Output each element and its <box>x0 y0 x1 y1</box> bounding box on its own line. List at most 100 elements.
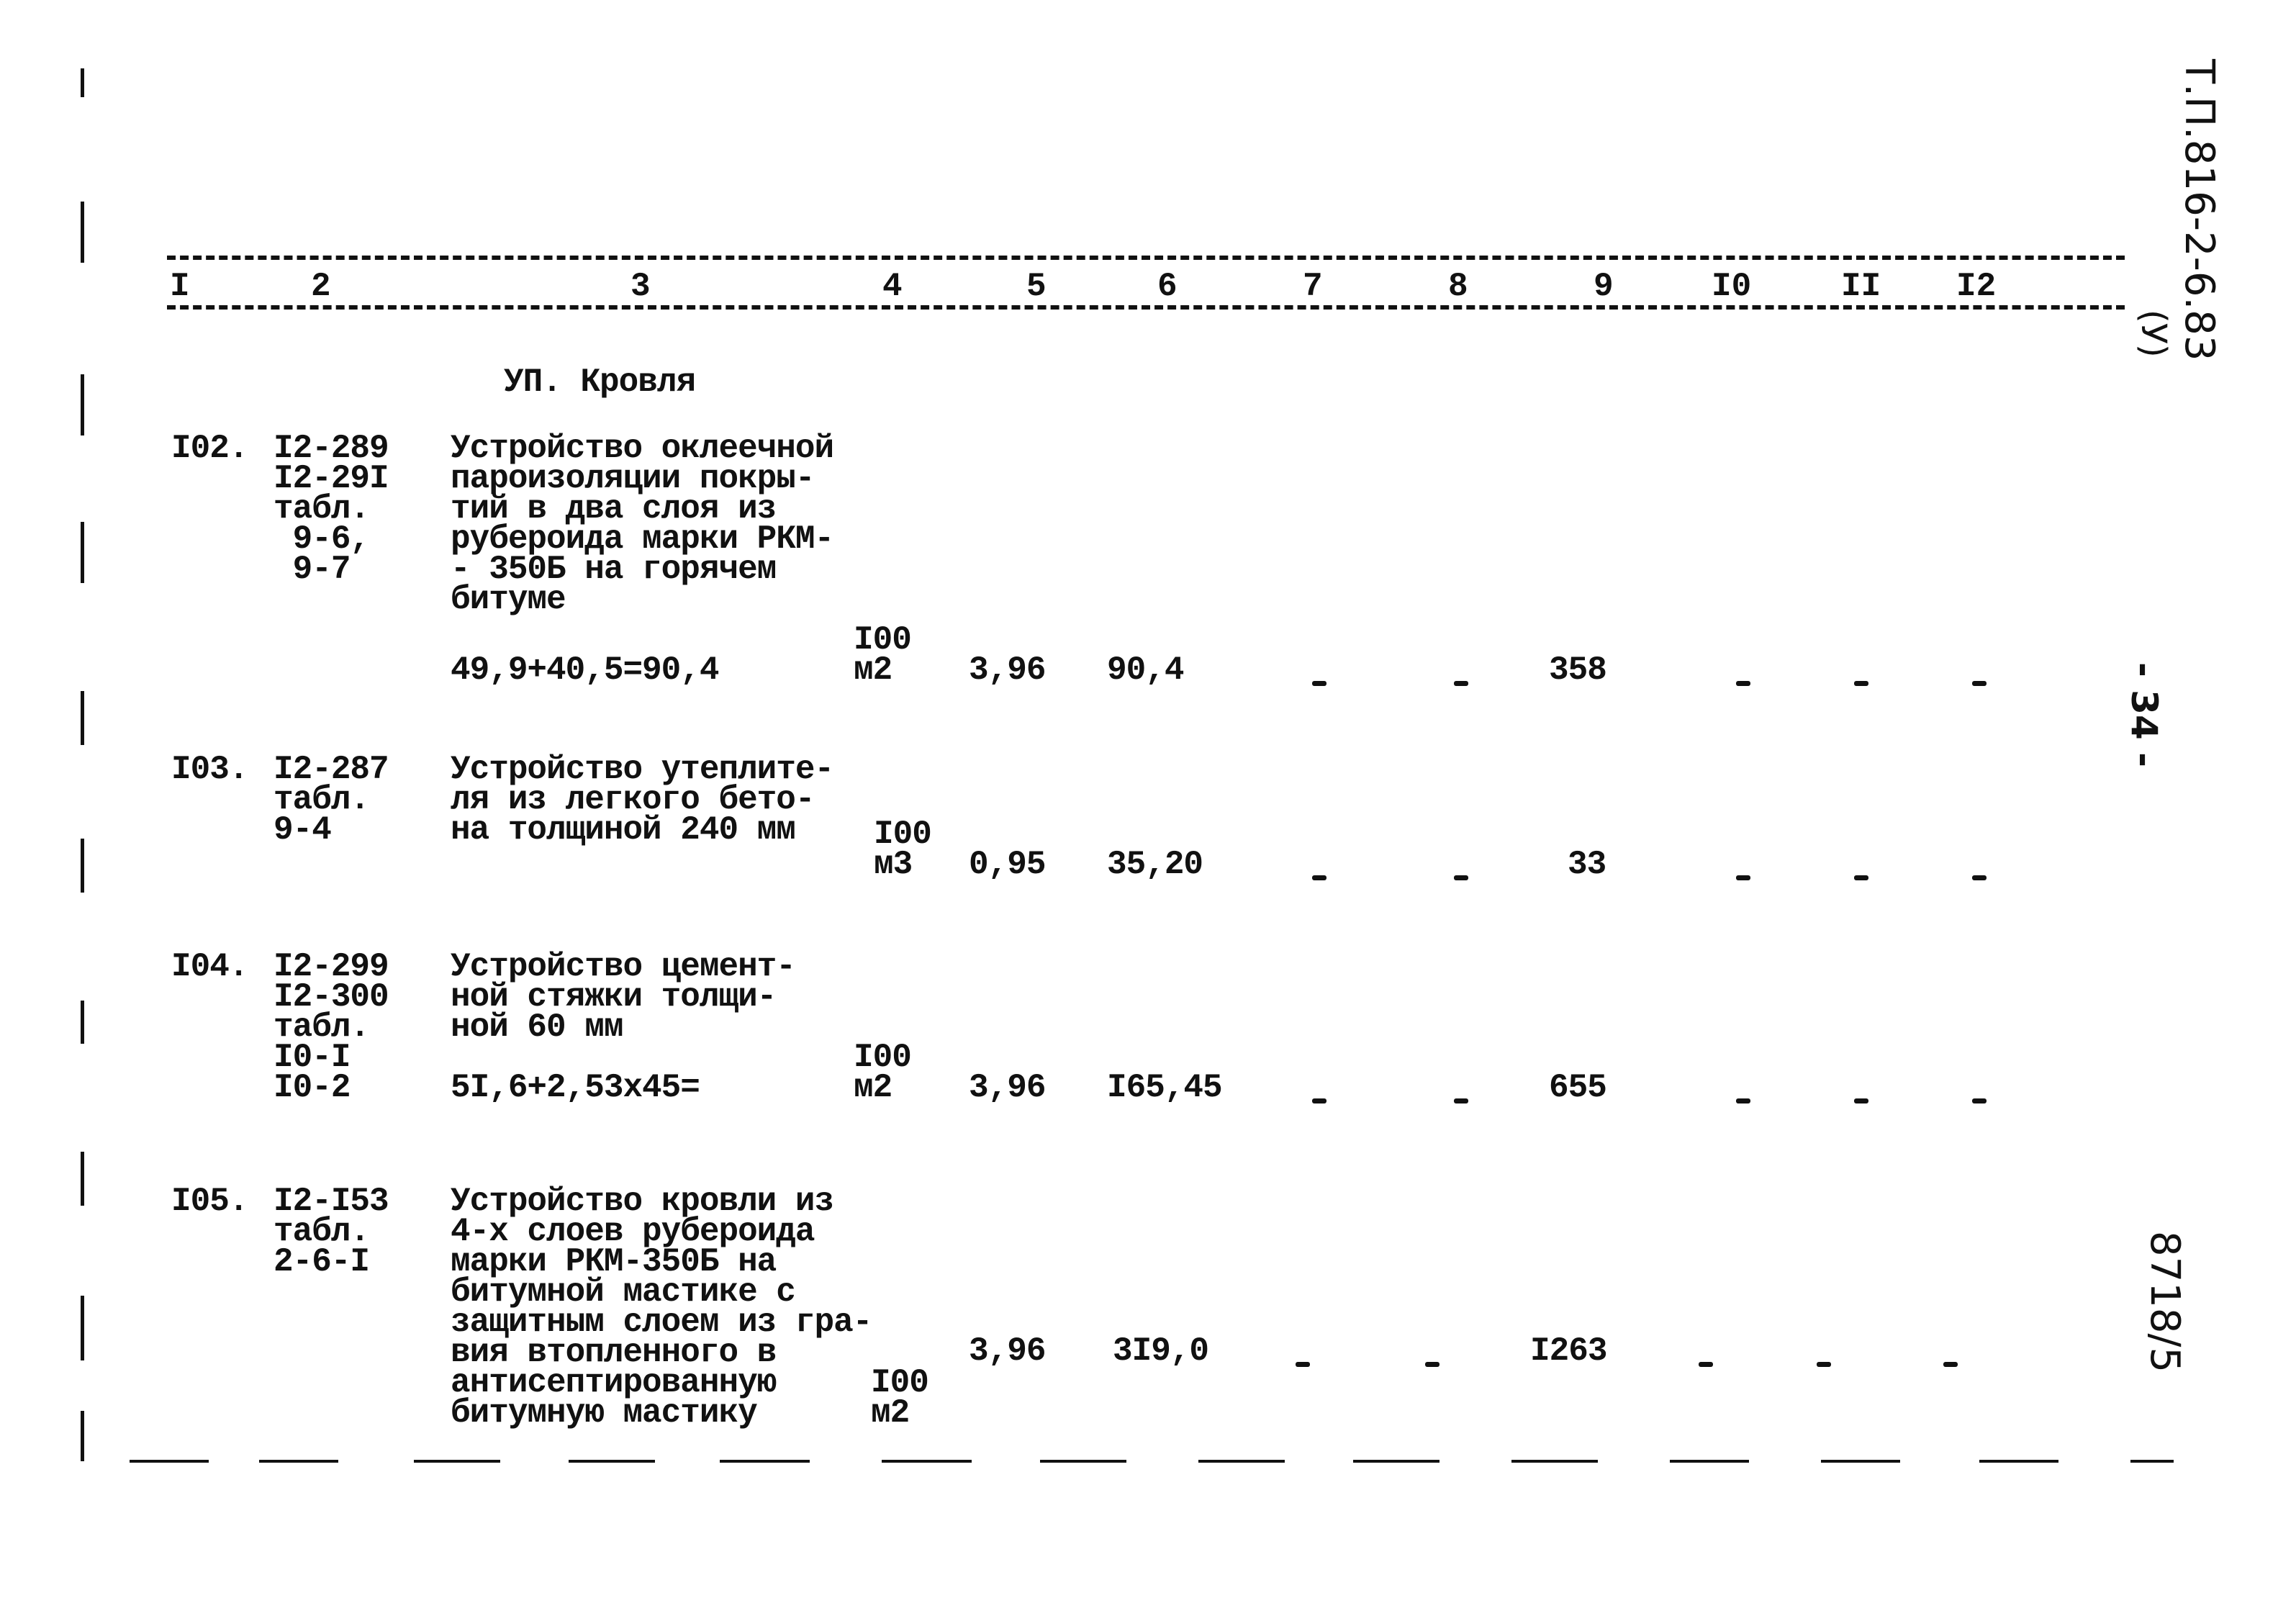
description-line: битумную мастику <box>451 1394 758 1432</box>
margin-mark <box>81 1296 84 1360</box>
description-line: битумной мастике с <box>451 1273 796 1311</box>
col5-value: 3,96 <box>969 1069 1046 1106</box>
col9-value: 358 <box>1549 651 1607 689</box>
col-header-5: 5 <box>1026 268 1047 305</box>
col11-dash <box>1854 875 1868 880</box>
margin-mark <box>81 691 84 745</box>
col7-dash <box>1312 875 1326 880</box>
unit-qty: I00 <box>874 816 932 853</box>
description-line: защитным слоем из гра- <box>451 1304 872 1341</box>
col6-value: 35,20 <box>1107 846 1203 883</box>
description-line: Устройство кровли из <box>451 1183 834 1220</box>
code-line: I2-I53 <box>274 1183 389 1220</box>
code-line: 9-6, <box>274 520 370 558</box>
description-line: на толщиной 240 мм <box>451 811 796 849</box>
description-line: 4-х слоев рубероида <box>451 1213 815 1250</box>
col-header-7: 7 <box>1303 268 1323 305</box>
margin-mark <box>81 522 84 583</box>
description-line: ной стяжки толщи- <box>451 978 777 1016</box>
code-line: 2-6-I <box>274 1243 370 1281</box>
description-line: ной 60 мм <box>451 1008 623 1046</box>
description-line: Устройство оклеечной <box>451 430 834 467</box>
col7-dash <box>1296 1362 1310 1367</box>
code-line: табл. <box>274 1213 370 1250</box>
unit-qty: I00 <box>854 1039 912 1076</box>
col5-value: 3,96 <box>969 1332 1046 1370</box>
col12-dash <box>1943 1362 1958 1367</box>
col7-dash <box>1312 681 1326 686</box>
bottom-rule-segment <box>569 1460 655 1463</box>
col11-dash <box>1854 1098 1868 1103</box>
col10-dash <box>1736 875 1750 880</box>
col-header-2: 2 <box>311 268 331 305</box>
section-title: УП. Кровля <box>504 364 696 401</box>
col12-dash <box>1972 875 1987 880</box>
col12-dash <box>1972 681 1987 686</box>
col9-value: 33 <box>1568 846 1606 883</box>
unit-qty: I00 <box>871 1364 929 1401</box>
bottom-rule-segment <box>1670 1460 1749 1463</box>
code-line: I2-289 <box>274 430 389 467</box>
bottom-rule-segment <box>2130 1460 2174 1463</box>
code-line: 9-4 <box>274 811 332 849</box>
col-header-10: I0 <box>1712 268 1752 305</box>
description-line: битуме <box>451 581 566 618</box>
margin-mark <box>81 374 84 435</box>
calculation: 49,9+40,5=90,4 <box>451 651 719 689</box>
document-code: Т.П.816-2-6.83 <box>2176 59 2223 361</box>
code-line: табл. <box>274 1008 370 1046</box>
bottom-rule-segment <box>259 1460 338 1463</box>
col6-value: I65,45 <box>1107 1069 1223 1106</box>
bottom-rule-segment <box>1821 1460 1900 1463</box>
document-code-suffix: (У) <box>2133 310 2174 358</box>
unit-qty: I00 <box>854 621 912 659</box>
code-line: I2-29I <box>274 460 389 497</box>
bottom-rule-segment <box>720 1460 810 1463</box>
col-header-4: 4 <box>882 268 903 305</box>
col10-dash <box>1736 681 1750 686</box>
header-bottom-rule <box>167 305 2125 310</box>
col-header-11: II <box>1841 268 1881 305</box>
bottom-rule-segment <box>1353 1460 1439 1463</box>
code-line: I0-2 <box>274 1069 351 1106</box>
bottom-rule-segment <box>1511 1460 1598 1463</box>
col9-value: 655 <box>1549 1069 1607 1106</box>
unit-measure: м2 <box>854 651 892 689</box>
calculation: 5I,6+2,53x45= <box>451 1069 700 1106</box>
col12-dash <box>1972 1098 1987 1103</box>
col-header-9: 9 <box>1594 268 1614 305</box>
col8-dash <box>1425 1362 1439 1367</box>
code-line: I2-299 <box>274 948 389 985</box>
bottom-rule-segment <box>1040 1460 1126 1463</box>
header-top-rule <box>167 256 2125 260</box>
description-line: Устройство цемент- <box>451 948 796 985</box>
col10-dash <box>1736 1098 1750 1103</box>
page-number: - 34 - <box>2123 662 2165 767</box>
description-line: - 350Б на горячем <box>451 551 777 588</box>
bottom-rule-segment <box>882 1460 972 1463</box>
code-line: I2-300 <box>274 978 389 1016</box>
col8-dash <box>1454 681 1468 686</box>
unit-measure: м2 <box>871 1394 910 1432</box>
bottom-rule-segment <box>1979 1460 2058 1463</box>
row-number: I05. <box>171 1183 248 1220</box>
margin-mark <box>81 1152 84 1206</box>
col10-dash <box>1699 1362 1713 1367</box>
col11-dash <box>1854 681 1868 686</box>
row-number: I02. <box>171 430 248 467</box>
margin-mark <box>81 839 84 893</box>
bottom-rule-segment <box>414 1460 500 1463</box>
code-line: I2-287 <box>274 751 389 788</box>
code-line: табл. <box>274 781 370 818</box>
col-header-6: 6 <box>1157 268 1178 305</box>
col6-value: 90,4 <box>1107 651 1184 689</box>
unit-measure: м3 <box>874 846 913 883</box>
col11-dash <box>1817 1362 1831 1367</box>
code-line: табл. <box>274 490 370 528</box>
unit-measure: м2 <box>854 1069 892 1106</box>
description-line: тий в два слоя из <box>451 490 777 528</box>
description-line: рубероида марки РКМ- <box>451 520 834 558</box>
description-line: антисептированную <box>451 1364 777 1401</box>
col7-dash <box>1312 1098 1326 1103</box>
col-header-1: I <box>170 268 190 305</box>
